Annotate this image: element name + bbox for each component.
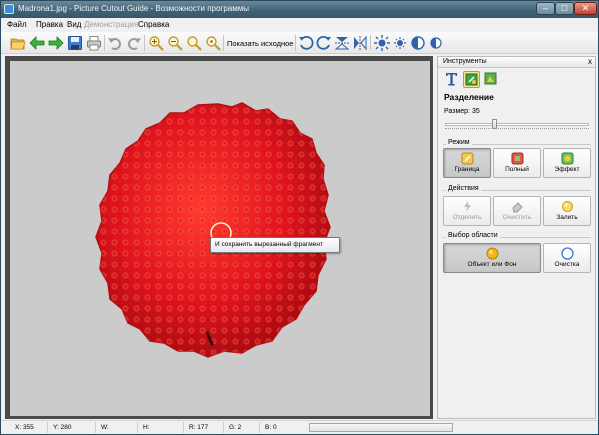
flip-horizontal-icon[interactable] [352,35,368,51]
object-or-background-label: Объект или Фон [467,261,517,268]
app-window: Madrona1.jpg - Picture Cutout Guide - Во… [0,0,599,435]
effect-icon [561,152,574,165]
image-canvas[interactable]: И сохранить вырезанный фрагмент [5,56,433,419]
zoom-out-icon[interactable] [167,35,183,51]
eraser-icon [511,200,524,213]
tooltip: И сохранить вырезанный фрагмент [210,237,340,253]
back-arrow-icon[interactable] [29,35,45,51]
text-tool-icon[interactable] [444,71,461,88]
status-w: W: [101,424,109,431]
clear-label: Очистить [502,214,532,221]
border-brush-icon [461,152,474,165]
status-separator [223,422,224,433]
toolbar-separator [295,35,296,51]
mode-group: Режим [443,139,591,146]
app-icon [4,4,14,14]
selection-group-label: Выбор области [446,232,500,239]
status-g: G: 2 [229,424,242,431]
open-folder-icon[interactable] [10,35,26,51]
print-icon[interactable] [86,35,102,51]
show-original-button[interactable]: Показать исходное [227,39,293,48]
object-or-background-button[interactable]: Объект или Фон [443,243,541,273]
actions-group: Действия [443,185,591,192]
zoom-in-icon[interactable] [148,35,164,51]
clear-circle-icon [560,247,574,260]
slider-ticks [445,128,589,130]
toolbar-separator [104,35,105,51]
status-separator [95,422,96,433]
tools-panel-title: Инструменты [443,58,487,65]
menu-bar: Файл Правка Вид Демонстрация Справка [1,18,598,32]
toolbar-separator [370,35,371,51]
forward-arrow-icon[interactable] [48,35,64,51]
menu-demo[interactable]: Демонстрация [84,20,138,29]
status-b: B: 0 [265,424,277,431]
save-disk-icon[interactable] [67,35,83,51]
menu-view[interactable]: Вид [67,20,81,29]
slider-track[interactable] [445,123,589,126]
levels-icon[interactable] [410,35,426,51]
status-separator [183,422,184,433]
invert-icon[interactable] [428,35,444,51]
toolbar: Показать исходное [1,32,598,54]
brightness-icon[interactable] [374,35,390,51]
mode-effect-label: Эффект [554,166,580,173]
fill-button[interactable]: Залить [543,196,591,226]
close-button[interactable]: ✕ [574,2,597,15]
rotate-left-icon[interactable] [298,35,314,51]
status-r: R: 177 [189,424,209,431]
status-bar: X: 355 Y: 280 W: H: R: 177 G: 2 B: 0 [1,420,598,434]
zoom-fit-icon[interactable] [186,35,202,51]
undo-icon[interactable] [107,35,123,51]
brush-size-label: Размер: 35 [444,108,480,115]
section-title: Разделение [444,92,494,102]
brush-size-slider[interactable] [445,119,589,129]
title-bar[interactable]: Madrona1.jpg - Picture Cutout Guide - Во… [1,1,598,18]
zoom-actual-icon[interactable] [205,35,221,51]
cleanup-label: Очистка [554,261,580,268]
mode-group-label: Режим [446,139,472,146]
separate-button[interactable]: Отделить [443,196,491,226]
separate-icon [461,200,474,213]
mode-effect-button[interactable]: Эффект [543,148,591,178]
window-title: Madrona1.jpg - Picture Cutout Guide - Во… [18,4,249,13]
toolbar-separator [223,35,224,51]
fill-bucket-icon [561,200,574,213]
mode-border-button[interactable]: Граница [443,148,491,178]
full-fill-icon [511,152,524,165]
cleanup-button[interactable]: Очистка [543,243,591,273]
maximize-button[interactable]: □ [555,2,574,15]
selection-group: Выбор области [443,232,591,239]
flip-vertical-icon[interactable] [334,35,350,51]
menu-file[interactable]: Файл [7,20,27,29]
mode-full-button[interactable]: Полный [493,148,541,178]
menu-help[interactable]: Справка [138,20,169,29]
redo-icon[interactable] [126,35,142,51]
rotate-right-icon[interactable] [316,35,332,51]
minimize-button[interactable]: – [536,2,555,15]
effects-tool-icon[interactable] [483,71,500,88]
status-separator [259,422,260,433]
actions-group-label: Действия [446,185,481,192]
toolbar-separator [144,35,145,51]
status-y: Y: 280 [53,424,72,431]
clear-button[interactable]: Очистить [493,196,541,226]
fill-label: Залить [556,214,578,221]
object-circle-icon [486,247,499,260]
progress-bar [309,423,453,432]
mode-full-label: Полный [505,166,529,173]
status-x: X: 355 [15,424,34,431]
status-h: H: [143,424,150,431]
separate-label: Отделить [452,214,482,221]
mode-border-label: Граница [454,166,480,173]
tools-panel: Инструменты x Разделение Размер: 35 Режи… [437,56,596,419]
contrast-sun-icon[interactable] [392,35,408,51]
tools-panel-header: Инструменты x [438,57,595,68]
cutout-tool-icon[interactable] [463,71,480,88]
menu-edit[interactable]: Правка [36,20,63,29]
status-separator [47,422,48,433]
status-separator [137,422,138,433]
panel-close-button[interactable]: x [588,57,592,67]
canvas-background[interactable]: И сохранить вырезанный фрагмент [10,61,430,416]
